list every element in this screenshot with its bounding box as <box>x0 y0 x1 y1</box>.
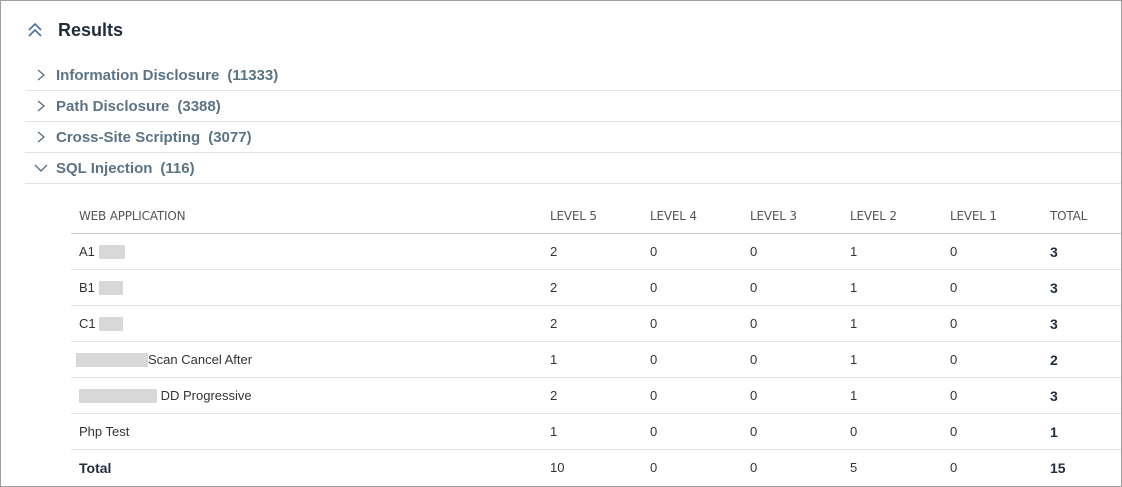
table-header-row: WEB APPLICATION LEVEL 5 LEVEL 4 LEVEL 3 … <box>71 198 1121 234</box>
table-row[interactable]: Php Test 1 0 0 0 0 1 <box>71 413 1121 450</box>
double-chevron-up-icon[interactable] <box>25 20 45 40</box>
panel-title: Results <box>58 19 124 40</box>
total-cell: 1 <box>1042 413 1121 450</box>
level-3-cell: 0 <box>742 269 842 306</box>
redacted-text <box>76 353 148 368</box>
table-row[interactable]: Scan Cancel After 1 0 0 1 0 2 <box>71 341 1121 378</box>
level-5-cell: 1 <box>542 341 642 378</box>
category-count: (3077) <box>208 128 252 146</box>
level-1-cell: 0 <box>942 233 1042 270</box>
column-header-level-4[interactable]: LEVEL 4 <box>642 198 742 234</box>
grand-total: 15 <box>1050 459 1066 476</box>
category-list: Information Disclosure (11333) Path Disc… <box>25 60 1121 184</box>
level-5-cell: 2 <box>542 377 642 414</box>
level-4-cell: 0 <box>642 341 742 378</box>
panel-header: Results <box>25 15 123 45</box>
level-5-cell: 2 <box>542 305 642 342</box>
total-cell: 3 <box>1042 269 1121 306</box>
column-header-web-application[interactable]: WEB APPLICATION <box>71 198 542 234</box>
category-name: Cross-Site Scripting <box>56 128 201 146</box>
redacted-text <box>79 389 157 404</box>
level-1-cell: 0 <box>942 269 1042 306</box>
category-path-disclosure[interactable]: Path Disclosure (3388) <box>25 91 1121 122</box>
level-2-cell: 1 <box>842 269 942 306</box>
level-4-cell: 0 <box>642 269 742 306</box>
total-label: Total <box>79 459 112 476</box>
level-2-total: 5 <box>850 460 858 475</box>
level-4-total: 0 <box>650 460 658 475</box>
level-5-cell: 2 <box>542 269 642 306</box>
category-name: Information Disclosure <box>56 66 220 84</box>
level-3-cell: 0 <box>742 377 842 414</box>
column-header-level-1[interactable]: LEVEL 1 <box>942 198 1042 234</box>
redacted-text <box>98 245 125 260</box>
level-1-cell: 0 <box>942 377 1042 414</box>
total-cell: 3 <box>1042 305 1121 342</box>
category-name: Path Disclosure <box>56 97 170 115</box>
level-2-cell: 0 <box>842 413 942 450</box>
total-cell: 3 <box>1042 377 1121 414</box>
app-name-cell: DD Progressive <box>71 377 542 414</box>
table-row[interactable]: C1 2 0 0 1 0 3 <box>71 305 1121 342</box>
level-4-cell: 0 <box>642 377 742 414</box>
level-5-cell: 1 <box>542 413 642 450</box>
app-name: A1 <box>79 243 95 259</box>
category-information-disclosure[interactable]: Information Disclosure (11333) <box>25 60 1121 91</box>
category-count: (11333) <box>227 66 279 84</box>
chevron-right-icon <box>34 130 48 144</box>
column-header-level-3[interactable]: LEVEL 3 <box>742 198 842 234</box>
level-2-cell: 1 <box>842 377 942 414</box>
app-name: C1 <box>79 315 96 331</box>
app-name-cell: B1 <box>71 269 542 306</box>
level-3-total: 0 <box>750 460 758 475</box>
sql-injection-table: WEB APPLICATION LEVEL 5 LEVEL 4 LEVEL 3 … <box>71 198 1121 485</box>
app-name: Scan Cancel After <box>148 351 253 367</box>
level-2-cell: 1 <box>842 233 942 270</box>
results-panel: Results Information Disclosure (11333) P… <box>0 0 1122 487</box>
level-1-cell: 0 <box>942 413 1042 450</box>
app-name-cell: A1 <box>71 233 542 270</box>
chevron-down-icon <box>34 161 48 175</box>
table-row[interactable]: DD Progressive 2 0 0 1 0 3 <box>71 377 1121 414</box>
redacted-text <box>99 317 124 332</box>
table-row[interactable]: B1 2 0 0 1 0 3 <box>71 269 1121 306</box>
app-name: DD Progressive <box>160 387 252 403</box>
level-1-total: 0 <box>950 460 958 475</box>
category-count: (3388) <box>177 97 221 115</box>
level-5-cell: 2 <box>542 233 642 270</box>
total-cell: 3 <box>1042 233 1121 270</box>
level-4-cell: 0 <box>642 233 742 270</box>
column-header-level-2[interactable]: LEVEL 2 <box>842 198 942 234</box>
level-3-cell: 0 <box>742 233 842 270</box>
category-name: SQL Injection <box>56 159 153 177</box>
column-header-level-5[interactable]: LEVEL 5 <box>542 198 642 234</box>
column-header-total[interactable]: TOTAL <box>1042 198 1121 234</box>
category-count: (116) <box>160 159 195 177</box>
level-3-cell: 0 <box>742 305 842 342</box>
app-name-cell: Php Test <box>71 413 542 450</box>
app-name: B1 <box>79 279 95 295</box>
app-name-cell: C1 <box>71 305 542 342</box>
level-2-cell: 1 <box>842 305 942 342</box>
category-sql-injection[interactable]: SQL Injection (116) <box>25 153 1121 184</box>
level-4-cell: 0 <box>642 413 742 450</box>
app-name: Php Test <box>79 424 130 439</box>
table-row[interactable]: A1 2 0 0 1 0 3 <box>71 233 1121 270</box>
level-2-cell: 1 <box>842 341 942 378</box>
chevron-right-icon <box>34 68 48 82</box>
total-row: Total 10 0 0 5 0 15 <box>71 450 1121 486</box>
level-3-cell: 0 <box>742 413 842 450</box>
total-cell: 2 <box>1042 341 1121 378</box>
level-4-cell: 0 <box>642 305 742 342</box>
app-name-cell: Scan Cancel After <box>71 341 542 378</box>
chevron-right-icon <box>34 99 48 113</box>
level-1-cell: 0 <box>942 341 1042 378</box>
level-5-total: 10 <box>550 460 565 475</box>
level-3-cell: 0 <box>742 341 842 378</box>
level-1-cell: 0 <box>942 305 1042 342</box>
category-cross-site-scripting[interactable]: Cross-Site Scripting (3077) <box>25 122 1121 153</box>
redacted-text <box>98 281 123 296</box>
